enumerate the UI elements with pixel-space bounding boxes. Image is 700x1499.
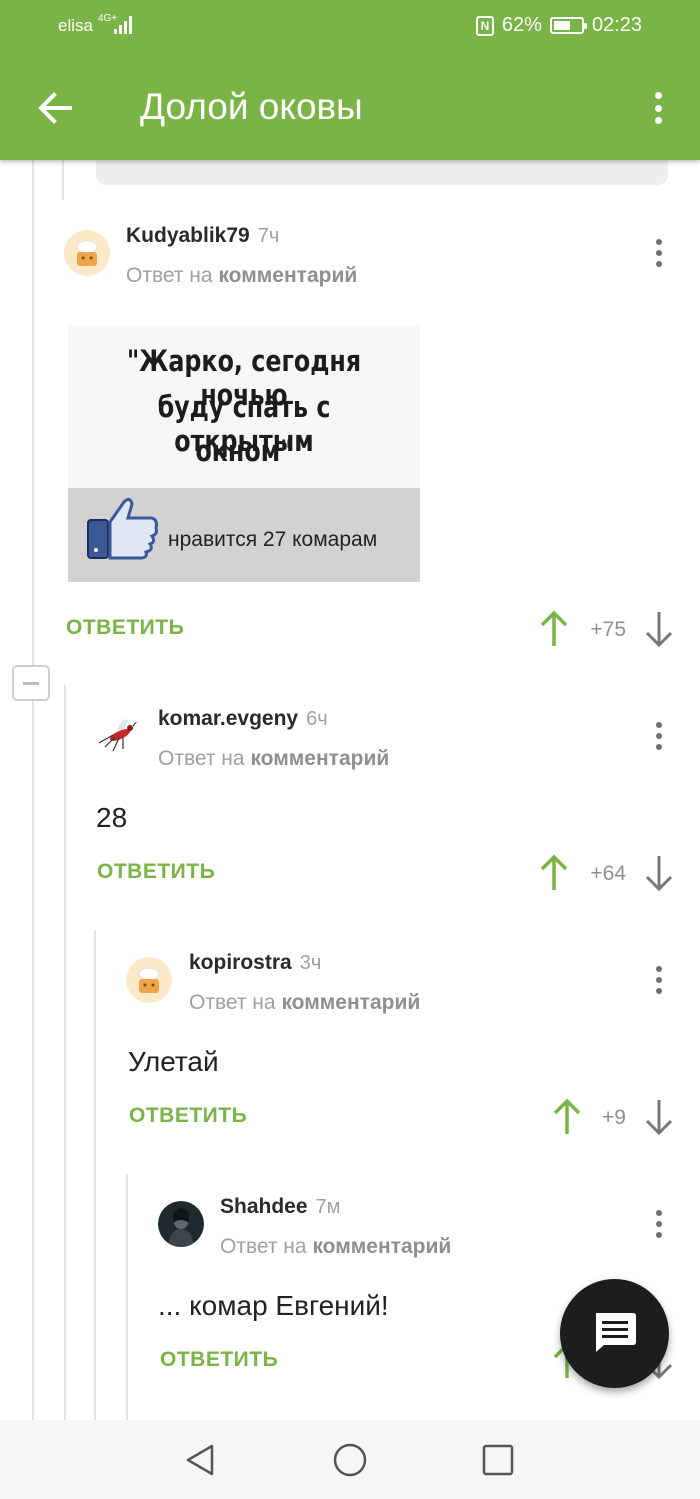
comment-menu-icon[interactable] <box>649 1207 669 1241</box>
arrow-down-icon[interactable] <box>644 854 674 892</box>
meme-line: окном" <box>195 434 293 468</box>
back-arrow-icon[interactable] <box>36 88 76 128</box>
status-bar: elisa 4G+ N 62% 02:23 <box>0 0 700 52</box>
avatar[interactable] <box>64 230 110 276</box>
comment-text: 28 <box>96 802 128 833</box>
comment-author[interactable]: Shahdee 7м <box>220 1195 340 1219</box>
reply-to[interactable]: Ответ на комментарий <box>189 991 420 1015</box>
carrier-name: elisa <box>58 16 93 35</box>
system-nav-bar <box>0 1420 700 1499</box>
nfc-icon: N <box>475 15 494 36</box>
battery-fill <box>553 21 570 30</box>
comment-time: 3ч <box>299 952 322 974</box>
avatar-image <box>126 957 172 1003</box>
avatar-image <box>158 1201 204 1247</box>
comment-text: Улетай <box>128 1046 219 1077</box>
nav-recents-icon[interactable] <box>478 1440 518 1480</box>
comment-icon <box>596 1313 636 1352</box>
thread-line <box>126 1174 128 1420</box>
reply-button[interactable]: ОТВЕТИТЬ <box>129 1104 247 1128</box>
comment-author[interactable]: komar.evgeny 6ч <box>158 707 328 731</box>
comment-time: 6ч <box>306 708 328 730</box>
comment-image[interactable]: "Жарко, сегодня ночью буду спать с откры… <box>68 326 420 582</box>
thread-line <box>32 701 34 1420</box>
thread-line <box>62 160 64 200</box>
reply-to[interactable]: Ответ на комментарий <box>158 747 389 771</box>
thread-line <box>94 930 96 1420</box>
reply-button[interactable]: ОТВЕТИТЬ <box>97 860 215 884</box>
signal-icon <box>114 16 132 34</box>
comment-score: +75 <box>590 618 626 641</box>
meme-like-area: нравится 27 комарам <box>68 488 420 582</box>
comment-score: +64 <box>590 862 626 885</box>
collapse-thread-button[interactable] <box>12 665 50 701</box>
meme-caption: нравится 27 комарам <box>168 528 378 551</box>
comment-author[interactable]: kopirostra 3ч <box>189 951 321 975</box>
comment-score: +9 <box>602 1106 626 1129</box>
comment-menu-icon[interactable] <box>649 963 669 997</box>
thread-line <box>64 685 66 1420</box>
page-title: Долой оковы <box>140 86 363 127</box>
reply-to[interactable]: Ответ на комментарий <box>220 1235 451 1259</box>
battery-icon <box>549 17 587 34</box>
more-vert-icon[interactable] <box>646 90 670 126</box>
arrow-down-icon[interactable] <box>644 610 674 648</box>
meme-text-area: "Жарко, сегодня ночью буду спать с откры… <box>68 326 420 488</box>
comments-thread[interactable]: Kudyablik79 7ч Ответ на комментарий "Жарк… <box>0 160 700 1420</box>
avatar-image <box>64 230 110 276</box>
status-right: N 62% 02:23 <box>475 14 642 37</box>
nav-home-icon[interactable] <box>330 1440 370 1480</box>
write-comment-button[interactable] <box>560 1279 669 1388</box>
nav-back-icon[interactable] <box>180 1440 220 1480</box>
reply-to[interactable]: Ответ на комментарий <box>126 264 357 288</box>
avatar-image <box>95 713 141 759</box>
avatar[interactable] <box>158 1201 204 1247</box>
thread-line <box>32 160 34 665</box>
comment-time: 7ч <box>257 225 280 247</box>
arrow-up-icon[interactable] <box>539 610 569 648</box>
comment-menu-icon[interactable] <box>649 719 669 753</box>
reply-button[interactable]: ОТВЕТИТЬ <box>160 1348 278 1372</box>
previous-comment-footer <box>96 160 668 185</box>
arrow-up-icon[interactable] <box>539 854 569 892</box>
reply-button[interactable]: ОТВЕТИТЬ <box>66 616 184 640</box>
comment-menu-icon[interactable] <box>649 236 669 270</box>
comment-time: 7м <box>315 1196 341 1218</box>
arrow-down-icon[interactable] <box>644 1098 674 1136</box>
comment-text: ... комар Евгений! <box>158 1290 389 1321</box>
battery-percent: 62% <box>501 14 542 36</box>
avatar[interactable] <box>126 957 172 1003</box>
avatar[interactable] <box>95 713 141 759</box>
thumbs-up-icon <box>87 497 158 560</box>
clock: 02:23 <box>591 14 642 36</box>
comment-author[interactable]: Kudyablik79 7ч <box>126 224 279 248</box>
app-bar: elisa 4G+ N 62% 02:23 Долой оковы <box>0 0 700 160</box>
